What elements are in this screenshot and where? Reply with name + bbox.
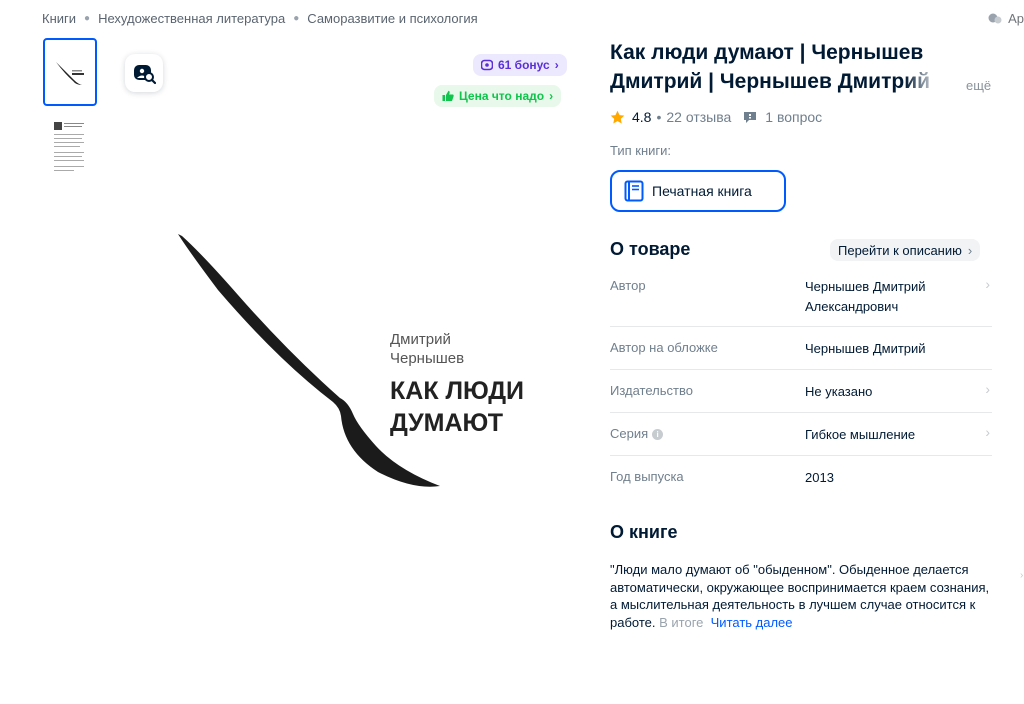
cover-author-first: Дмитрий [390,331,451,348]
image-search-icon [134,65,156,85]
main-product-image[interactable]: Дмитрий Чернышев КАК ЛЮДИ ДУМАЮТ [128,120,588,680]
spec-name-text: Серия [610,426,649,441]
thumbnail-cover[interactable] [43,38,97,106]
spec-value[interactable]: Гибкое мышление [805,413,975,455]
top-right-label: Ар [1008,11,1024,26]
title-more-link[interactable]: ещё [966,78,991,93]
goto-description-label: Перейти к описанию [838,242,962,258]
spec-row-author[interactable]: Автор Чернышев Дмитрий Александрович › [610,270,992,327]
spec-name: Издательство [610,383,693,398]
questions-link[interactable]: 1 вопрос [765,109,822,125]
cover-title-line2: ДУМАЮТ [390,409,503,437]
breadcrumb: Книги ● Нехудожественная литература ● Са… [42,11,478,26]
spec-value[interactable]: Не указано [805,370,975,412]
goto-description-button[interactable]: Перейти к описанию › [830,239,981,261]
chat-icon [988,13,1002,23]
breadcrumb-separator: ● [293,13,300,24]
specs-table: Автор Чернышев Дмитрий Александрович › А… [610,270,992,499]
question-icon [744,111,757,123]
price-badge-label: Цена что надо [459,89,545,103]
about-book-faded: В итоге [659,614,704,630]
cover-author-last: Чернышев [390,350,465,367]
scroll-indicator: › [1020,570,1024,581]
breadcrumb-item-selfdev[interactable]: Саморазвитие и психология [307,11,477,26]
top-right-link[interactable]: Ар [988,11,1024,26]
thumbs-up-icon [442,90,454,101]
cover-title: КАК ЛЮДИ ДУМАЮТ [390,375,590,439]
read-more-link[interactable]: Читать далее [711,615,793,630]
rating-separator: • [656,109,662,125]
breadcrumb-separator: ● [84,13,91,24]
spec-name: Автор [610,278,646,293]
book-type-printed-button[interactable]: Печатная книга [610,170,786,212]
cover-author: Дмитрий Чернышев [390,330,550,368]
about-book-text: "Люди мало думают об "обыденном". Обыден… [610,561,995,631]
spec-name: Серия i [610,413,805,455]
chevron-right-icon: › [967,242,973,258]
thumbnail-cover-image [56,62,84,85]
bonus-label: 61 бонус [498,58,550,72]
spec-value[interactable]: Чернышев Дмитрий Александрович [805,270,975,326]
title-fade [905,68,955,96]
rating-value[interactable]: 4.8 [632,109,651,125]
spec-row-series[interactable]: Серия i Гибкое мышление › [610,413,992,456]
spec-row-cover-author: Автор на обложке Чернышев Дмитрий [610,327,992,370]
chevron-right-icon: › [549,89,554,103]
breadcrumb-item-books[interactable]: Книги [42,11,76,26]
thumbnail-page[interactable] [43,114,97,182]
reviews-link[interactable]: 22 отзыва [666,109,731,125]
about-product-heading: О товаре [610,239,691,259]
spec-row-publisher[interactable]: Издательство Не указано › [610,370,992,413]
product-title: Как люди думают | Чернышев Дмитрий | Чер… [610,41,931,93]
spec-value: 2013 [805,470,834,485]
chevron-right-icon: › [985,381,990,397]
bonus-icon [481,59,493,71]
price-badge[interactable]: Цена что надо › [434,85,562,107]
info-icon[interactable]: i [652,429,664,440]
about-book-heading: О книге [610,522,678,542]
star-icon [610,110,625,123]
spec-name: Год выпуска [610,469,684,484]
spec-row-year: Год выпуска 2013 [610,456,992,499]
book-type-label: Тип книги: [610,143,672,158]
spec-name: Автор на обложке [610,340,718,355]
book-icon [624,180,644,202]
thumbnail-list [43,38,97,190]
thumbnail-page-image [54,122,84,171]
spec-value: Чернышев Дмитрий [805,341,926,356]
image-search-button[interactable] [125,54,163,92]
bonus-badge[interactable]: 61 бонус › [473,54,567,76]
chevron-right-icon: › [554,58,559,72]
chevron-right-icon: › [985,276,990,292]
book-type-printed-label: Печатная книга [652,183,752,199]
rating-row: 4.8 • 22 отзыва 1 вопрос [610,109,822,125]
chevron-right-icon: › [985,424,990,440]
spoon-illustration [178,234,440,487]
breadcrumb-item-nonfiction[interactable]: Нехудожественная литература [98,11,285,26]
cover-title-line1: КАК ЛЮДИ [390,377,524,405]
